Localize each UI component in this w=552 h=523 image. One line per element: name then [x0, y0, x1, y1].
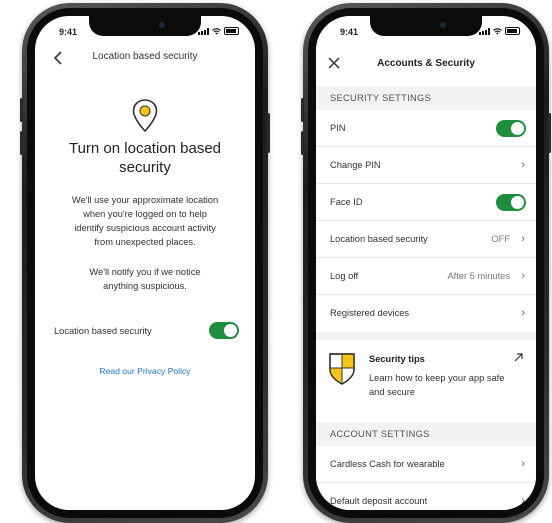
camera	[440, 22, 446, 28]
change-pin-row[interactable]: Change PIN ›	[316, 147, 536, 184]
volume-up-button	[20, 98, 23, 122]
chevron-right-icon: ›	[521, 307, 525, 319]
wifi-icon	[212, 27, 221, 35]
page-title: Accounts & Security	[377, 58, 475, 69]
page-title: Location based security	[92, 51, 198, 62]
header: Location based security	[35, 46, 255, 70]
power-button	[267, 113, 270, 153]
account-settings-header: ACCOUNT SETTINGS	[316, 422, 536, 446]
volume-down-button	[20, 131, 23, 155]
right-phone-frame: 9:41 Accounts & Security SECURITY SETTIN…	[301, 3, 551, 523]
battery-icon	[505, 27, 520, 35]
notify-text: We'll notify you if we notice anything s…	[53, 265, 237, 293]
cardless-cash-row[interactable]: Cardless Cash for wearable ›	[316, 446, 536, 483]
notch	[89, 16, 201, 36]
row-label: Location based security	[330, 234, 428, 244]
face-id-row[interactable]: Face ID	[316, 184, 536, 221]
notch	[370, 16, 482, 36]
location-security-toggle-row: Location based security	[53, 321, 239, 343]
status-icons	[479, 27, 520, 35]
description-line: identify suspicious account activity	[74, 223, 216, 233]
external-link-icon[interactable]	[513, 352, 524, 363]
location-security-toggle[interactable]	[209, 322, 239, 339]
header: Accounts & Security	[316, 46, 536, 86]
toggle-label: Location based security	[54, 326, 152, 336]
tips-body: Learn how to keep your app safe and secu…	[369, 373, 505, 397]
chevron-right-icon: ›	[521, 270, 525, 282]
description-text: We'll use your approximate location when…	[53, 193, 237, 249]
row-label: Face ID	[330, 197, 363, 207]
location-security-row[interactable]: Location based security OFF ›	[316, 221, 536, 258]
row-label: Cardless Cash for wearable	[330, 459, 445, 469]
row-label: Change PIN	[330, 160, 381, 170]
chevron-right-icon: ›	[521, 495, 525, 507]
row-label: Registered devices	[330, 308, 410, 318]
row-value: After 5 minutes	[447, 271, 510, 281]
heading: Turn on location based security	[68, 140, 222, 176]
left-phone-frame: 9:41 Location based security Turn on loc…	[20, 3, 270, 523]
right-screen: 9:41 Accounts & Security SECURITY SETTIN…	[316, 16, 536, 510]
power-button	[548, 113, 551, 153]
row-value: OFF	[491, 234, 510, 244]
description-line: when you're logged on to help	[83, 209, 207, 219]
location-pin-icon	[132, 99, 158, 133]
notify-line: We'll notify you if we notice	[89, 267, 201, 277]
row-label: PIN	[330, 123, 346, 133]
description-line: We'll use your approximate location	[71, 195, 219, 205]
notify-line: anything suspicious.	[103, 281, 187, 291]
security-settings-header: SECURITY SETTINGS	[316, 86, 536, 110]
camera	[159, 22, 165, 28]
row-label: Default deposit account	[330, 496, 428, 506]
chevron-right-icon: ›	[521, 233, 525, 245]
default-deposit-row[interactable]: Default deposit account ›	[316, 483, 536, 510]
signal-icon	[479, 27, 490, 35]
description-line: from unexpected places.	[94, 237, 196, 247]
face-id-toggle[interactable]	[496, 194, 526, 211]
status-time: 9:41	[340, 27, 359, 37]
battery-icon	[224, 27, 239, 35]
status-time: 9:41	[59, 27, 78, 37]
signal-icon	[198, 27, 209, 35]
shield-icon	[329, 353, 355, 385]
privacy-policy-link[interactable]: Read our Privacy Policy	[35, 366, 255, 376]
pin-toggle[interactable]	[496, 120, 526, 137]
volume-down-button	[301, 131, 304, 155]
wifi-icon	[493, 27, 502, 35]
section-gap	[316, 332, 536, 340]
chevron-right-icon: ›	[521, 159, 525, 171]
security-tips-card[interactable]: Security tips Learn how to keep your app…	[316, 340, 536, 422]
log-off-row[interactable]: Log off After 5 minutes ›	[316, 258, 536, 295]
row-label: Log off	[330, 271, 359, 281]
tips-title: Security tips	[369, 354, 425, 364]
pin-row[interactable]: PIN	[316, 110, 536, 147]
status-icons	[198, 27, 239, 35]
chevron-right-icon: ›	[521, 458, 525, 470]
volume-up-button	[301, 98, 304, 122]
registered-devices-row[interactable]: Registered devices ›	[316, 295, 536, 332]
left-screen: 9:41 Location based security Turn on loc…	[35, 16, 255, 510]
